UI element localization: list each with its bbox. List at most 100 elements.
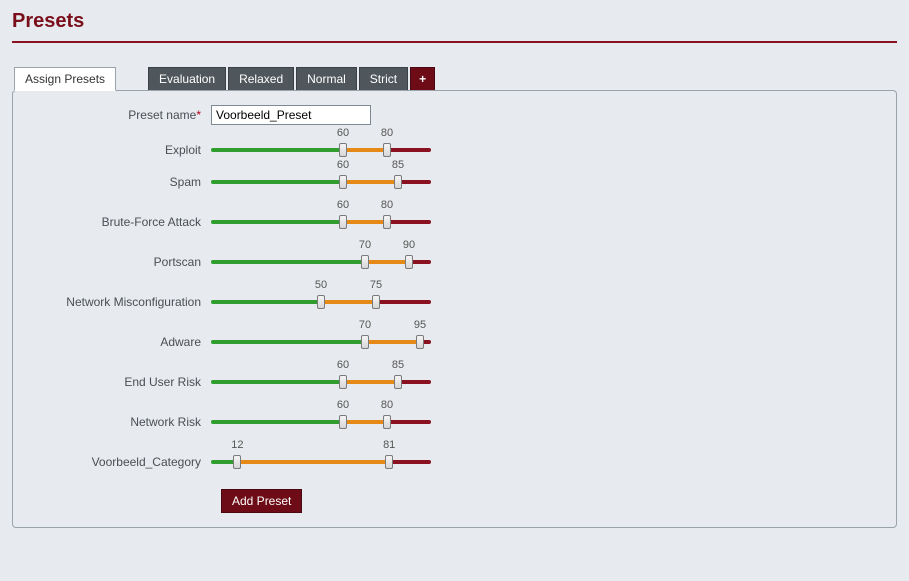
track-green	[211, 148, 343, 152]
slider-high-value: 85	[392, 359, 404, 371]
slider-row: Voorbeeld_Category1281	[31, 455, 878, 469]
range-slider[interactable]: 5075	[211, 295, 431, 309]
slider-low-value: 70	[359, 239, 371, 251]
slider-label: Network Risk	[31, 415, 211, 429]
slider-label: Exploit	[31, 143, 211, 157]
track-orange	[343, 220, 387, 224]
slider-label: Spam	[31, 175, 211, 189]
slider-handle-low[interactable]	[339, 415, 347, 429]
slider-high-value: 95	[414, 319, 426, 331]
tab-bar: Assign Presets EvaluationRelaxedNormalStr…	[14, 67, 897, 91]
slider-low-value: 70	[359, 319, 371, 331]
slider-label: Adware	[31, 335, 211, 349]
slider-high-value: 80	[381, 399, 393, 411]
range-slider[interactable]: 1281	[211, 455, 431, 469]
track-green	[211, 260, 365, 264]
slider-handle-high[interactable]	[394, 175, 402, 189]
slider-handle-high[interactable]	[385, 455, 393, 469]
track-green	[211, 220, 343, 224]
slider-handle-low[interactable]	[339, 215, 347, 229]
page-title: Presets	[12, 10, 897, 33]
slider-handle-high[interactable]	[383, 143, 391, 157]
tab-assign-presets[interactable]: Assign Presets	[14, 67, 116, 91]
track-orange	[343, 420, 387, 424]
range-slider[interactable]: 6080	[211, 143, 431, 157]
slider-high-value: 85	[392, 159, 404, 171]
track-red	[387, 420, 431, 424]
slider-low-value: 60	[337, 127, 349, 139]
track-orange	[321, 300, 376, 304]
range-slider[interactable]: 6085	[211, 375, 431, 389]
tab-relaxed[interactable]: Relaxed	[228, 67, 294, 91]
slider-low-value: 12	[231, 439, 243, 451]
slider-low-value: 60	[337, 399, 349, 411]
track-red	[387, 148, 431, 152]
slider-handle-high[interactable]	[383, 215, 391, 229]
track-red	[389, 460, 431, 464]
track-green	[211, 340, 365, 344]
preset-name-input[interactable]	[211, 105, 371, 125]
track-orange	[343, 380, 398, 384]
tab-spacer	[118, 67, 146, 91]
slider-row: Portscan7090	[31, 255, 878, 269]
slider-handle-low[interactable]	[339, 375, 347, 389]
range-slider[interactable]: 6080	[211, 415, 431, 429]
track-red	[398, 380, 431, 384]
slider-row: Exploit6080	[31, 143, 878, 157]
tab-strict[interactable]: Strict	[359, 67, 408, 91]
tab-normal[interactable]: Normal	[296, 67, 357, 91]
slider-label: Portscan	[31, 255, 211, 269]
add-preset-button[interactable]: Add Preset	[221, 489, 302, 513]
title-divider	[12, 41, 897, 43]
slider-handle-low[interactable]	[339, 175, 347, 189]
range-slider[interactable]: 6085	[211, 175, 431, 189]
slider-handle-high[interactable]	[416, 335, 424, 349]
slider-handle-high[interactable]	[383, 415, 391, 429]
slider-label: Network Misconfiguration	[31, 295, 211, 309]
slider-handle-low[interactable]	[339, 143, 347, 157]
preset-name-label: Preset name*	[31, 108, 211, 122]
track-green	[211, 300, 321, 304]
slider-row: End User Risk6085	[31, 375, 878, 389]
tab-add[interactable]: +	[410, 67, 435, 91]
track-orange	[343, 180, 398, 184]
slider-label: Brute-Force Attack	[31, 215, 211, 229]
track-green	[211, 180, 343, 184]
slider-handle-high[interactable]	[372, 295, 380, 309]
slider-handle-low[interactable]	[317, 295, 325, 309]
range-slider[interactable]: 6080	[211, 215, 431, 229]
slider-handle-high[interactable]	[405, 255, 413, 269]
preset-name-row: Preset name*	[31, 105, 878, 125]
slider-low-value: 60	[337, 159, 349, 171]
track-red	[376, 300, 431, 304]
slider-handle-high[interactable]	[394, 375, 402, 389]
slider-row: Network Risk6080	[31, 415, 878, 429]
slider-high-value: 80	[381, 199, 393, 211]
track-green	[211, 420, 343, 424]
track-red	[398, 180, 431, 184]
range-slider[interactable]: 7095	[211, 335, 431, 349]
slider-row: Adware7095	[31, 335, 878, 349]
tab-evaluation[interactable]: Evaluation	[148, 67, 226, 91]
slider-high-value: 80	[381, 127, 393, 139]
track-orange	[365, 340, 420, 344]
slider-high-value: 90	[403, 239, 415, 251]
slider-low-value: 60	[337, 359, 349, 371]
slider-high-value: 75	[370, 279, 382, 291]
slider-handle-low[interactable]	[233, 455, 241, 469]
slider-row: Brute-Force Attack6080	[31, 215, 878, 229]
track-orange	[343, 148, 387, 152]
slider-low-value: 50	[315, 279, 327, 291]
slider-row: Spam6085	[31, 175, 878, 189]
required-asterisk: *	[196, 108, 201, 122]
slider-label: End User Risk	[31, 375, 211, 389]
slider-handle-low[interactable]	[361, 255, 369, 269]
range-slider[interactable]: 7090	[211, 255, 431, 269]
preset-form-panel: Preset name* Exploit6080Spam6085Brute-Fo…	[12, 90, 897, 528]
slider-low-value: 60	[337, 199, 349, 211]
slider-label: Voorbeeld_Category	[31, 455, 211, 469]
track-orange	[365, 260, 409, 264]
track-red	[387, 220, 431, 224]
slider-handle-low[interactable]	[361, 335, 369, 349]
track-orange	[237, 460, 389, 464]
